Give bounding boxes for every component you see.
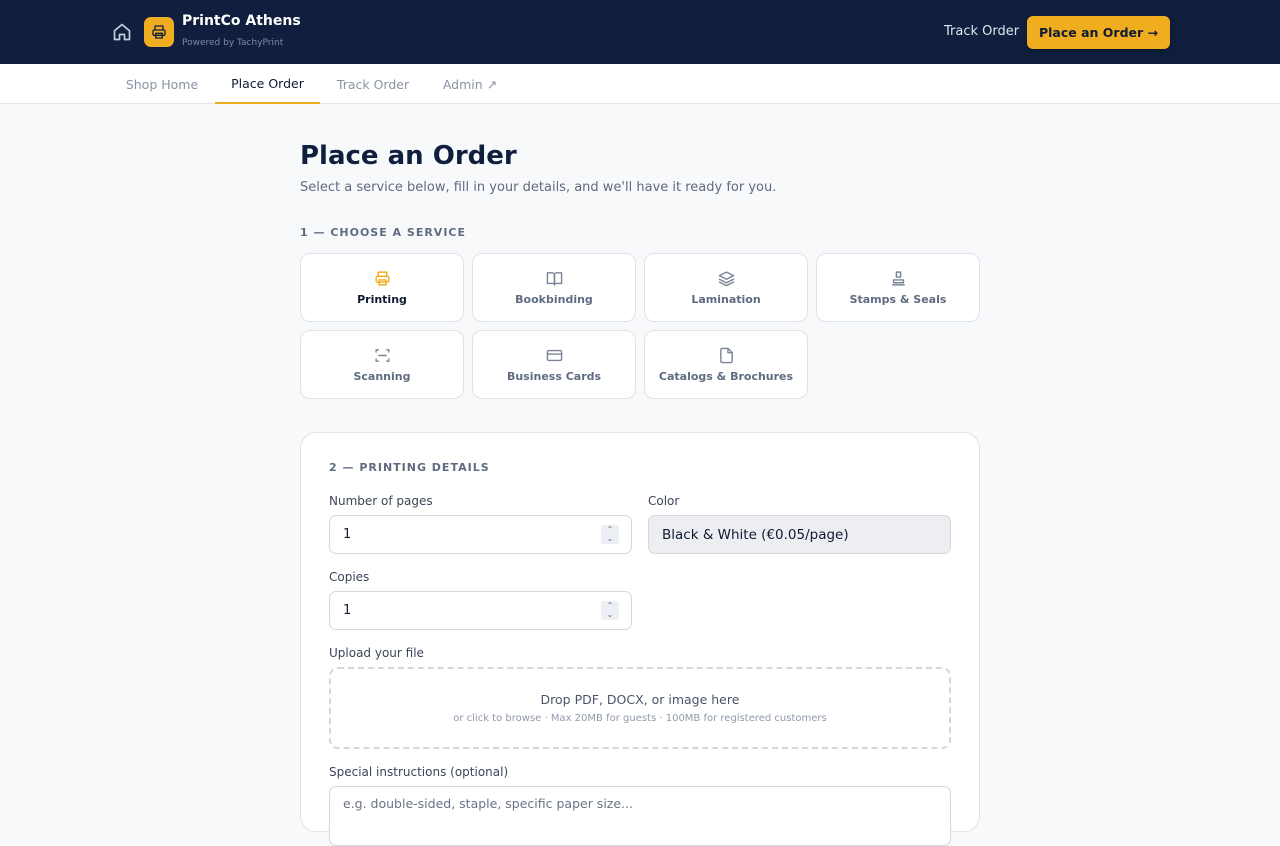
card-icon bbox=[546, 349, 562, 361]
top-bar: PrintCo Athens Powered by TachyPrint Tra… bbox=[0, 0, 1280, 64]
tab-place-order[interactable]: Place Order bbox=[215, 64, 320, 104]
color-label: Color bbox=[648, 494, 680, 508]
services-section-label: 1 — CHOOSE A SERVICE bbox=[300, 226, 467, 239]
service-business-cards[interactable]: Business Cards bbox=[472, 330, 636, 399]
track-order-link[interactable]: Track Order bbox=[944, 24, 1019, 39]
layers-icon bbox=[718, 270, 734, 286]
service-label: Business Cards bbox=[506, 369, 602, 383]
copies-label: Copies bbox=[329, 570, 370, 584]
service-label: Bookbinding bbox=[515, 292, 593, 306]
copies-stepper-icon[interactable]: ⌃ ⌄ bbox=[601, 601, 619, 620]
book-icon bbox=[546, 271, 562, 286]
page-subtitle: Select a service below, fill in your det… bbox=[300, 180, 777, 195]
pages-stepper-icon[interactable]: ⌃ ⌄ bbox=[601, 525, 619, 544]
copies-input[interactable]: 1 ⌃ ⌄ bbox=[329, 591, 632, 630]
tab-nav: Shop Home Place Order Track Order Admin … bbox=[0, 64, 1280, 104]
place-order-button[interactable]: Place an Order → bbox=[1027, 16, 1170, 49]
printer-icon bbox=[152, 25, 166, 39]
service-catalogs-brochures[interactable]: Catalogs & Brochures bbox=[644, 330, 808, 399]
tab-track-order[interactable]: Track Order bbox=[323, 64, 423, 104]
service-lamination[interactable]: Lamination bbox=[644, 253, 808, 322]
service-scanning[interactable]: Scanning bbox=[300, 330, 464, 399]
details-section-label: 2 — PRINTING DETAILS bbox=[329, 461, 490, 474]
pages-value: 1 bbox=[343, 527, 352, 542]
dropzone-hint: or click to browse · Max 20MB for guests… bbox=[453, 713, 827, 724]
service-label: Lamination bbox=[691, 292, 761, 306]
tab-shop-home[interactable]: Shop Home bbox=[112, 64, 212, 104]
brand-logo[interactable] bbox=[144, 17, 174, 47]
printer-icon bbox=[374, 270, 390, 286]
service-label: Catalogs & Brochures bbox=[658, 369, 794, 383]
tab-admin[interactable]: Admin ↗ bbox=[428, 64, 512, 104]
service-bookbinding[interactable]: Bookbinding bbox=[472, 253, 636, 322]
document-icon bbox=[719, 347, 733, 363]
service-label: Stamps & Seals bbox=[849, 292, 947, 306]
instructions-textarea[interactable]: e.g. double-sided, staple, specific pape… bbox=[329, 786, 951, 846]
copies-value: 1 bbox=[343, 603, 352, 618]
brand-subtitle: Powered by TachyPrint bbox=[182, 38, 284, 48]
home-icon[interactable] bbox=[112, 22, 132, 42]
service-stamps-seals[interactable]: Stamps & Seals bbox=[816, 253, 980, 322]
pages-input[interactable]: 1 ⌃ ⌄ bbox=[329, 515, 632, 554]
page-title: Place an Order bbox=[300, 141, 517, 171]
stamp-icon bbox=[891, 270, 905, 286]
scan-icon bbox=[374, 348, 390, 362]
instructions-label: Special instructions (optional) bbox=[329, 765, 509, 779]
service-printing[interactable]: Printing bbox=[300, 253, 464, 322]
service-label: Printing bbox=[357, 292, 407, 306]
pages-label: Number of pages bbox=[329, 494, 433, 508]
service-label: Scanning bbox=[353, 369, 411, 383]
color-select[interactable]: Black & White (€0.05/page) bbox=[648, 515, 951, 554]
upload-label: Upload your file bbox=[329, 646, 424, 660]
brand-name: PrintCo Athens bbox=[182, 13, 301, 29]
dropzone-text: Drop PDF, DOCX, or image here bbox=[540, 692, 740, 707]
file-dropzone[interactable]: Drop PDF, DOCX, or image here or click t… bbox=[329, 667, 951, 749]
